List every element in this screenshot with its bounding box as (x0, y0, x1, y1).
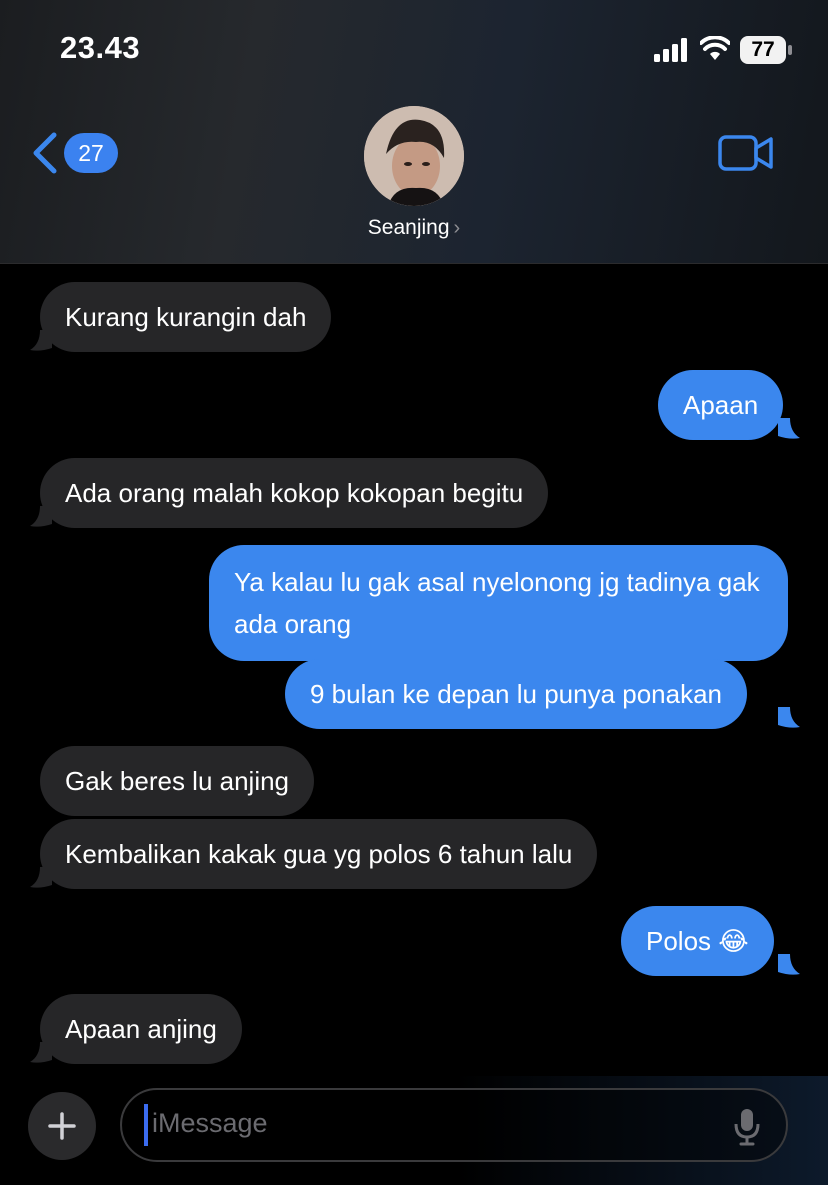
facetime-video-icon[interactable] (718, 134, 774, 172)
battery-cap (788, 45, 792, 55)
message-bubble-outgoing[interactable]: 9 bulan ke depan lu punya ponakan (285, 659, 748, 729)
add-attachment-button[interactable] (28, 1092, 96, 1160)
conversation-header: 23.43 77 27 Seanjing › (0, 0, 828, 264)
bubble-tail (778, 707, 800, 728)
input-placeholder: iMessage (152, 1108, 268, 1138)
message-bubble-incoming[interactable]: Kembalikan kakak gua yg polos 6 tahun la… (40, 819, 598, 889)
bubble-tail (30, 330, 52, 351)
chevron-right-icon: › (453, 217, 461, 239)
unread-count-badge: 27 (64, 133, 118, 173)
message-bubble-incoming[interactable]: Kurang kurangin dah (40, 282, 332, 352)
message-composer: iMessage (0, 1076, 828, 1185)
message-bubble-incoming[interactable]: Apaan anjing (40, 994, 242, 1064)
contact-name-button[interactable]: Seanjing › (0, 216, 828, 240)
contact-avatar[interactable] (364, 106, 464, 206)
imessage-input[interactable]: iMessage (120, 1088, 788, 1162)
contact-name: Seanjing (367, 216, 450, 239)
message-bubble-outgoing[interactable]: Ya kalau lu gak asal nyelonong jg tadiny… (209, 545, 788, 661)
wifi-icon (700, 36, 730, 60)
battery-level: 77 (740, 36, 786, 64)
battery-icon: 77 (740, 36, 792, 64)
back-button[interactable]: 27 (30, 128, 130, 178)
message-bubble-incoming[interactable]: Ada orang malah kokop kokopan begitu (40, 458, 549, 528)
avatar-photo (364, 106, 464, 206)
back-chevron-icon (33, 132, 57, 174)
bubble-tail (778, 418, 800, 439)
status-time: 23.43 (60, 30, 141, 65)
bubble-tail (30, 1042, 52, 1063)
microphone-icon[interactable] (734, 1108, 760, 1146)
message-bubble-outgoing[interactable]: Apaan (658, 370, 784, 440)
bubble-tail (778, 954, 800, 975)
message-bubble-incoming[interactable]: Gak beres lu anjing (40, 746, 315, 816)
message-bubble-outgoing[interactable]: Polos 😂 (621, 906, 774, 976)
text-cursor (144, 1104, 148, 1146)
bubble-tail (30, 506, 52, 527)
plus-icon (48, 1112, 76, 1140)
bubble-tail (30, 867, 52, 888)
signal-icon (654, 38, 687, 62)
